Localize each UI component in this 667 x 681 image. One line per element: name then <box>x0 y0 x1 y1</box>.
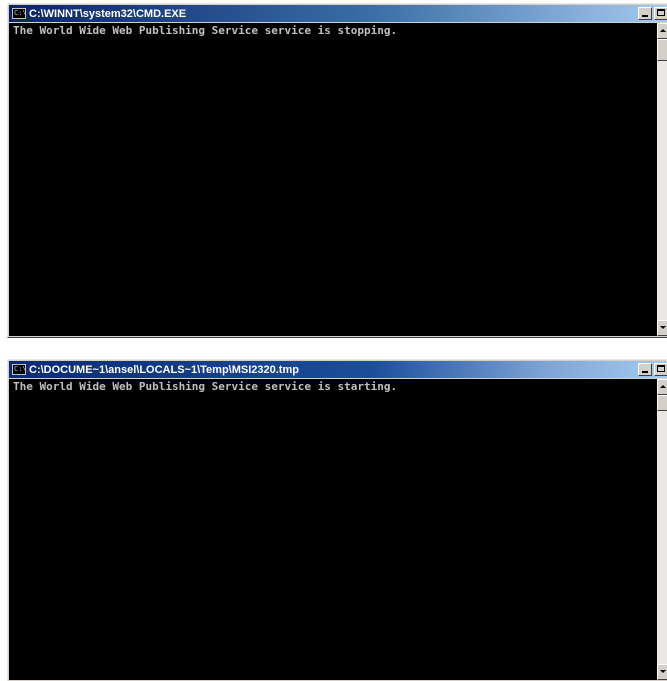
console-output[interactable]: The World Wide Web Publishing Service se… <box>9 379 657 680</box>
maximize-button[interactable] <box>654 363 667 376</box>
console-line: The World Wide Web Publishing Service se… <box>13 380 398 393</box>
console-output[interactable]: The World Wide Web Publishing Service se… <box>9 23 657 336</box>
title-bar[interactable]: C:\ C:\DOCUME~1\ansel\LOCALS~1\Temp\MSI2… <box>9 361 667 378</box>
minimize-button[interactable] <box>638 363 652 376</box>
window-title: C:\WINNT\system32\CMD.EXE <box>29 7 187 20</box>
scroll-thumb[interactable] <box>657 395 667 411</box>
scroll-down-button[interactable] <box>657 320 667 336</box>
scroll-thumb[interactable] <box>657 39 667 61</box>
cmd-icon[interactable]: C:\ <box>12 8 27 19</box>
title-bar[interactable]: C:\ C:\WINNT\system32\CMD.EXE <box>9 5 667 22</box>
cmd-window-1[interactable]: C:\ C:\WINNT\system32\CMD.EXE The World … <box>7 3 667 338</box>
window-controls <box>636 363 667 376</box>
console-line: The World Wide Web Publishing Service se… <box>13 24 398 37</box>
vertical-scrollbar[interactable] <box>657 23 667 336</box>
window-title: C:\DOCUME~1\ansel\LOCALS~1\Temp\MSI2320.… <box>29 363 299 376</box>
cmd-icon[interactable]: C:\ <box>12 364 27 375</box>
vertical-scrollbar[interactable] <box>657 379 667 680</box>
window-controls <box>636 7 667 20</box>
minimize-button[interactable] <box>638 7 652 20</box>
scroll-up-button[interactable] <box>657 379 667 395</box>
maximize-button[interactable] <box>654 7 667 20</box>
scroll-down-button[interactable] <box>657 664 667 680</box>
scroll-up-button[interactable] <box>657 23 667 39</box>
cmd-window-2[interactable]: C:\ C:\DOCUME~1\ansel\LOCALS~1\Temp\MSI2… <box>7 359 667 681</box>
